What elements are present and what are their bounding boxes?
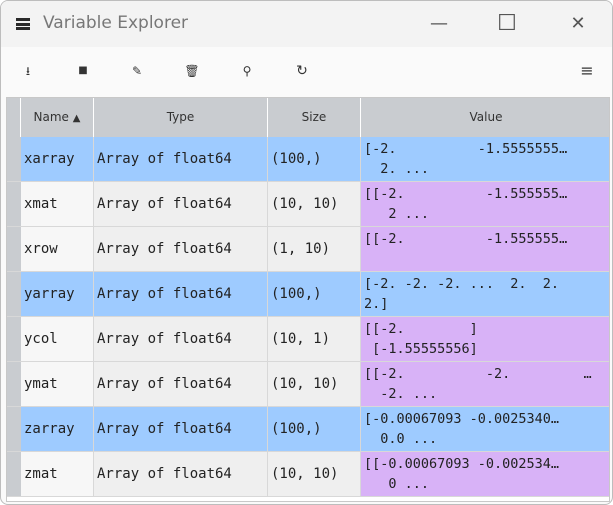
value-cell[interactable]: [[-2. -1.555555… 2 ... [361,182,609,226]
menu-icon[interactable]: ≡ [577,61,597,81]
value-line-2: 0.0 ... [364,431,438,447]
value-line-1: [-0.00067093 -0.0025340… [364,411,560,427]
name-cell[interactable]: zmat [21,452,94,496]
window-title: Variable Explorer [43,13,189,33]
row-header[interactable] [7,272,21,316]
table-row[interactable]: zmat Array of float64 (10, 10) [[-0.0006… [7,452,609,497]
close-button[interactable]: ✕ [558,9,598,39]
sort-ascending-icon: ▲ [72,113,81,124]
header-value[interactable]: Value [361,98,609,137]
type-cell[interactable]: Array of float64 [94,182,268,226]
size-cell[interactable]: (10, 1) [268,317,361,361]
type-cell[interactable]: Array of float64 [94,137,268,181]
maximize-button[interactable]: ☐ [487,9,527,39]
value-line-2: 2.] [364,296,389,312]
type-cell[interactable]: Array of float64 [94,362,268,406]
table-row[interactable]: xmat Array of float64 (10, 10) [[-2. -1.… [7,182,609,227]
value-line-1: [[-2. -2. … [364,366,592,382]
value-line-2: -2. ... [364,386,438,402]
type-cell[interactable]: Array of float64 [94,317,268,361]
value-line-2: [[-2. -1.555555… [364,231,568,247]
header-name[interactable]: Name ▲ [21,98,94,137]
row-header[interactable] [7,407,21,451]
name-cell[interactable]: xrow [21,227,94,271]
header-size[interactable]: Size [268,98,361,137]
name-cell[interactable]: yarray [21,272,94,316]
size-cell[interactable]: (100,) [268,272,361,316]
title-bar: Variable Explorer — ☐ ✕ [1,1,612,47]
size-cell[interactable]: (100,) [268,407,361,451]
row-header[interactable] [7,452,21,496]
table-row[interactable]: ymat Array of float64 (10, 10) [[-2. -2.… [7,362,609,407]
type-cell[interactable]: Array of float64 [94,227,268,271]
table-row[interactable]: xrow Array of float64 (1, 10) [[-2. -1.5… [7,227,609,272]
name-cell[interactable]: zarray [21,407,94,451]
table-row[interactable]: xarray Array of float64 (100,) [-2. -1.5… [7,137,609,182]
value-cell[interactable]: [-2. -1.5555555… 2. ... [361,137,609,181]
size-cell[interactable]: (10, 10) [268,182,361,226]
refresh-icon[interactable]: ↻ [292,61,312,81]
save-icon[interactable]: ■ [73,61,93,81]
value-line-2: 2. ... [364,161,430,177]
search-icon[interactable]: ⚲ [237,61,257,81]
row-header[interactable] [7,317,21,361]
name-cell[interactable]: ycol [21,317,94,361]
table-icon [16,18,30,30]
size-cell[interactable]: (10, 10) [268,362,361,406]
name-cell[interactable]: ymat [21,362,94,406]
type-cell[interactable]: Array of float64 [94,452,268,496]
size-cell[interactable]: (100,) [268,137,361,181]
value-line-2: 0 ... [364,476,430,492]
row-header[interactable] [7,182,21,226]
variable-explorer-window: Variable Explorer — ☐ ✕ ⭳ ■ ✎ 🗑 ⚲ ↻ ≡ Na… [0,0,613,505]
type-cell[interactable]: Array of float64 [94,272,268,316]
value-cell[interactable]: [[-2. -2. … -2. ... [361,362,609,406]
corner-header [7,98,21,137]
table-row[interactable]: yarray Array of float64 (100,) [-2. -2. … [7,272,609,317]
row-header[interactable] [7,362,21,406]
row-divider [7,496,609,497]
header-name-label: Name [33,110,69,124]
minimize-button[interactable]: — [419,9,459,39]
value-cell[interactable]: [-0.00067093 -0.0025340… 0.0 ... [361,407,609,451]
name-cell[interactable]: xarray [21,137,94,181]
delete-icon[interactable]: 🗑 [182,61,202,81]
value-line-1: [[-2. -1.555555… [364,186,568,202]
value-cell[interactable]: [[-2. -1.555555… [361,227,609,271]
size-cell[interactable]: (10, 10) [268,452,361,496]
row-header[interactable] [7,137,21,181]
size-cell[interactable]: (1, 10) [268,227,361,271]
name-cell[interactable]: xmat [21,182,94,226]
value-cell[interactable]: [[-2. ] [-1.55555556] [361,317,609,361]
value-line-1: [-2. -2. -2. ... 2. 2. [364,276,560,292]
value-cell[interactable]: [[-0.00067093 -0.002534… 0 ... [361,452,609,496]
table-row[interactable]: ycol Array of float64 (10, 1) [[-2. ] [-… [7,317,609,362]
value-cell[interactable]: [-2. -2. -2. ... 2. 2. 2.] [361,272,609,316]
table-row[interactable]: zarray Array of float64 (100,) [-0.00067… [7,407,609,452]
toolbar: ⭳ ■ ✎ 🗑 ⚲ ↻ ≡ [1,57,612,85]
value-line-2: 2 ... [364,206,430,222]
save-as-icon[interactable]: ✎ [127,61,147,81]
value-line-1: [[-2. ] [364,321,478,337]
header-type[interactable]: Type [94,98,268,137]
value-line-2: [-1.55555556] [364,341,478,357]
row-header[interactable] [7,227,21,271]
import-data-icon[interactable]: ⭳ [18,61,38,81]
variables-table: Name ▲ Type Size Value xarray Array of f… [6,97,610,502]
type-cell[interactable]: Array of float64 [94,407,268,451]
value-line-1: [[-0.00067093 -0.002534… [364,456,560,472]
value-line-1: [-2. -1.5555555… [364,141,568,157]
